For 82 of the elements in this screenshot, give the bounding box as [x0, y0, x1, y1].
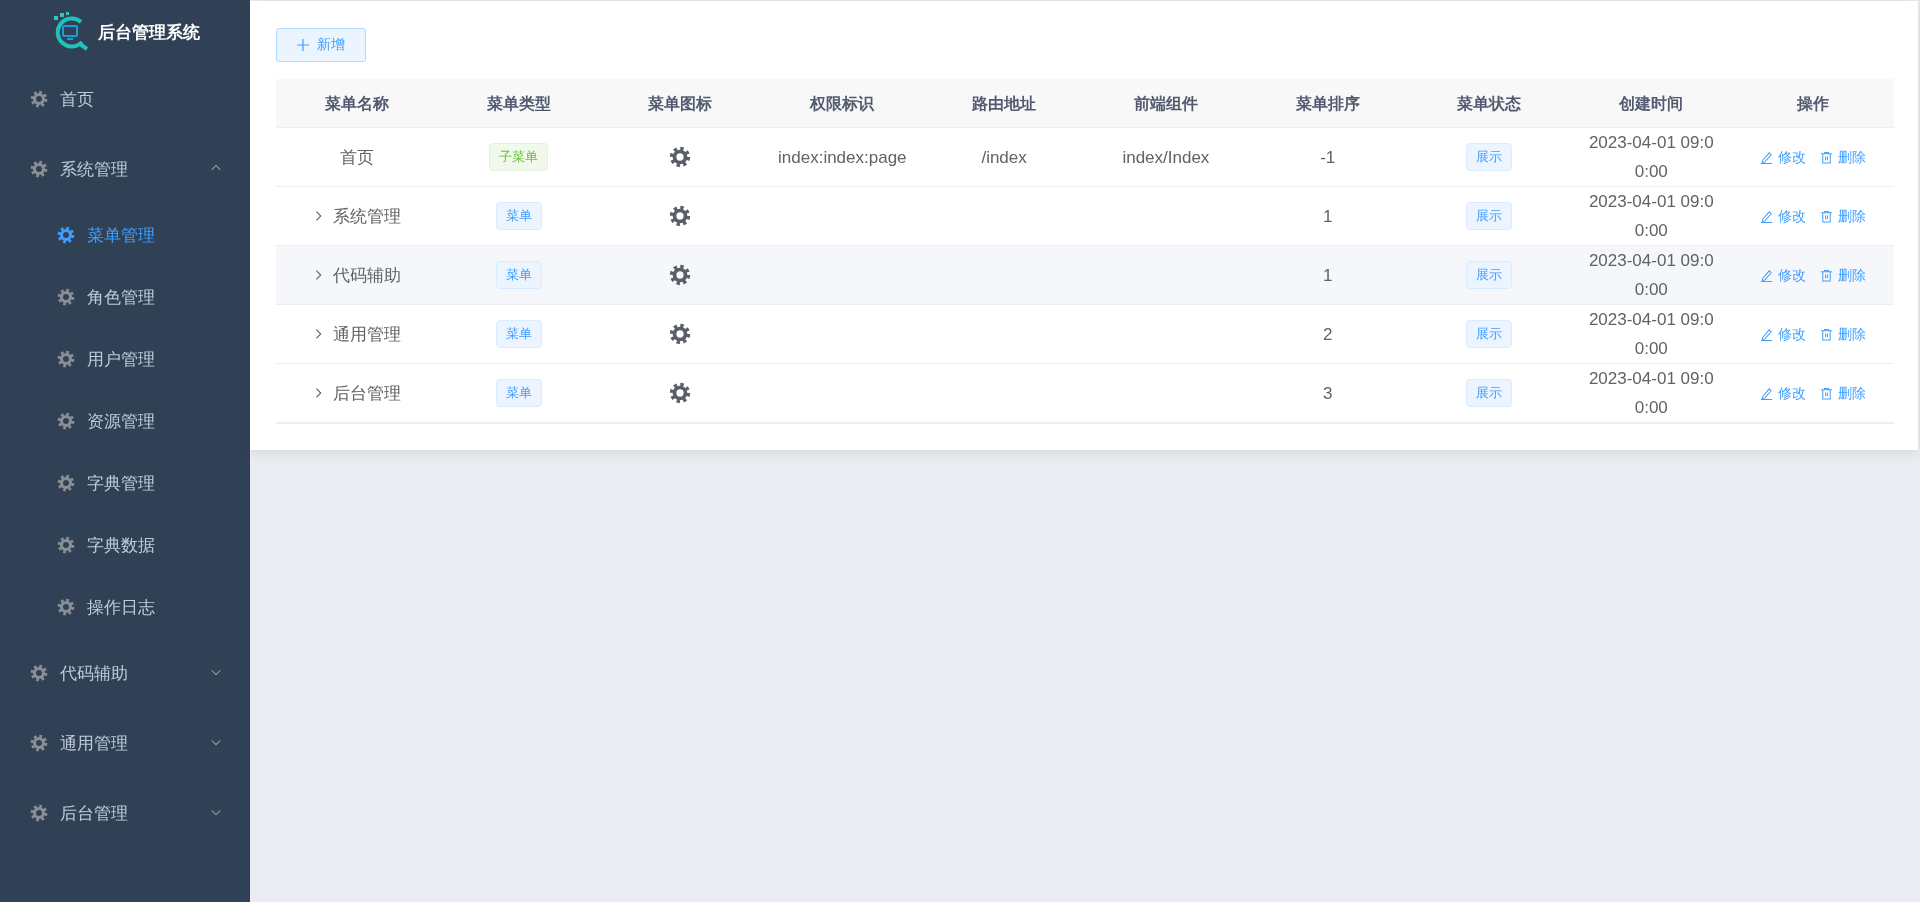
pencil-icon — [1760, 268, 1774, 282]
menu-name: 系统管理 — [332, 205, 401, 228]
menu-item[interactable]: 通用管理 — [0, 708, 250, 778]
submenu-item[interactable]: 菜单管理 — [0, 204, 250, 266]
app-title: 后台管理系统 — [98, 21, 200, 44]
submenu-item[interactable]: 用户管理 — [0, 328, 250, 390]
pencil-icon — [1760, 327, 1774, 341]
table-row[interactable]: 代码辅助 菜单 1 展示 2023-04-01 09:00:00 修改 删除 — [276, 246, 1894, 305]
status-tag: 展示 — [1466, 143, 1513, 171]
pencil-icon — [1760, 386, 1774, 400]
table-row[interactable]: 通用管理 菜单 2 展示 2023-04-01 09:00:00 修改 删除 — [276, 305, 1894, 364]
table-cell-text: 1 — [1321, 205, 1334, 228]
column-header: 菜单图标 — [647, 93, 714, 114]
gear-icon — [669, 382, 692, 404]
trash-icon — [1820, 268, 1834, 282]
table-cell-text: 2023-04-01 09:00:00 — [1587, 132, 1715, 183]
table-cell-text: 2 — [1321, 323, 1334, 346]
status-tag: 展示 — [1466, 202, 1513, 230]
table-cell-text: 3 — [1321, 382, 1334, 405]
gear-icon — [30, 90, 48, 108]
gear-icon — [30, 664, 48, 682]
trash-icon — [1820, 386, 1834, 400]
table-cell-text: 2023-04-01 09:00:00 — [1587, 309, 1715, 360]
table-cell-text: index:index:page — [777, 146, 908, 169]
trash-icon — [1820, 209, 1834, 223]
column-header: 操作 — [1795, 93, 1831, 114]
column-header: 前端组件 — [1132, 93, 1199, 114]
column-header: 菜单名称 — [323, 93, 390, 114]
table-cell-text: 2023-04-01 09:00:00 — [1587, 250, 1715, 301]
menu-item[interactable]: 系统管理 — [0, 134, 250, 204]
menu-name: 代码辅助 — [332, 264, 401, 287]
column-header: 菜单类型 — [485, 93, 552, 114]
gear-icon — [669, 146, 692, 168]
table-cell-text: index/Index — [1121, 146, 1211, 169]
column-header: 路由地址 — [971, 93, 1038, 114]
menu-item[interactable]: 后台管理 — [0, 778, 250, 848]
gear-icon — [57, 412, 75, 430]
status-tag: 展示 — [1466, 320, 1513, 348]
submenu-item[interactable]: 角色管理 — [0, 266, 250, 328]
column-header: 权限标识 — [808, 93, 876, 114]
gear-icon — [669, 264, 692, 286]
submenu-item[interactable]: 资源管理 — [0, 390, 250, 452]
type-tag: 菜单 — [495, 320, 542, 348]
submenu-item[interactable]: 字典管理 — [0, 452, 250, 514]
gear-icon — [57, 226, 75, 244]
column-header: 菜单状态 — [1456, 93, 1523, 114]
table-cell-text: -1 — [1319, 146, 1337, 169]
table-cell-text: 2023-04-01 09:00:00 — [1587, 191, 1715, 242]
table-cell-text: 1 — [1321, 264, 1334, 287]
menu-item[interactable]: 代码辅助 — [0, 638, 250, 708]
gear-icon — [57, 350, 75, 368]
gear-icon — [669, 205, 692, 227]
status-tag: 展示 — [1466, 261, 1513, 289]
gear-icon — [669, 323, 692, 345]
gear-icon — [57, 536, 75, 554]
trash-icon — [1820, 327, 1834, 341]
trash-icon — [1820, 150, 1834, 164]
gear-icon — [30, 804, 48, 822]
menu-name: 首页 — [339, 146, 374, 169]
gear-icon — [57, 598, 75, 616]
gear-icon — [30, 160, 48, 178]
submenu-item[interactable]: 操作日志 — [0, 576, 250, 638]
table-cell-text: 2023-04-01 09:00:00 — [1587, 368, 1715, 419]
menu-name: 通用管理 — [332, 323, 401, 346]
column-header: 菜单排序 — [1294, 93, 1361, 114]
type-tag: 子菜单 — [489, 143, 549, 171]
type-tag: 菜单 — [495, 379, 542, 407]
menu-name: 后台管理 — [332, 382, 401, 405]
table-cell-text: /index — [980, 146, 1028, 169]
plus-icon — [297, 39, 309, 51]
type-tag: 菜单 — [495, 261, 542, 289]
column-header: 创建时间 — [1618, 93, 1685, 114]
menu-item[interactable]: 首页 — [0, 64, 250, 134]
pencil-icon — [1760, 150, 1774, 164]
submenu-item[interactable]: 字典数据 — [0, 514, 250, 576]
gear-icon — [57, 288, 75, 306]
status-tag: 展示 — [1466, 379, 1513, 407]
pencil-icon — [1760, 209, 1774, 223]
gear-icon — [57, 474, 75, 492]
type-tag: 菜单 — [495, 202, 542, 230]
table-row[interactable]: 后台管理 菜单 3 展示 2023-04-01 09:00:00 修改 删除 — [276, 364, 1894, 423]
gear-icon — [30, 734, 48, 752]
